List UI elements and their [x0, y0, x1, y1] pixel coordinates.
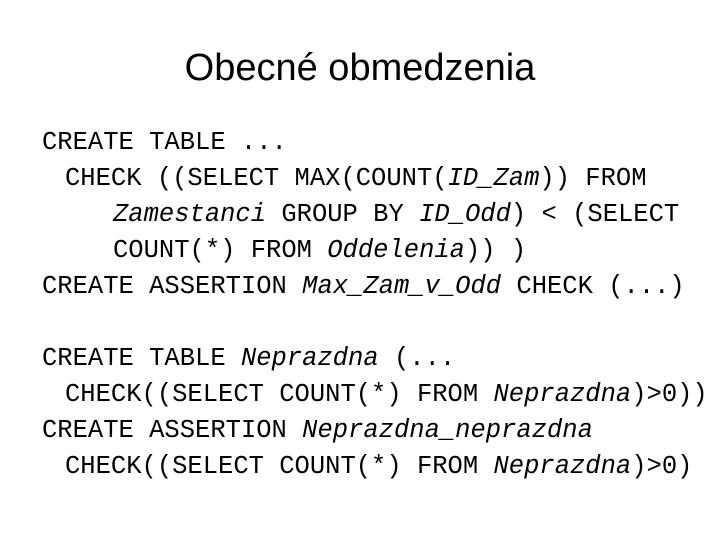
sql-keyword-token: )>0)	[631, 452, 693, 481]
sql-keyword-token: )) )	[464, 236, 527, 265]
sql-keyword-token: CREATE TABLE	[42, 344, 241, 373]
identifier-token: Max_Zam_v_Odd	[302, 272, 502, 301]
identifier-token: Oddelenia	[327, 236, 465, 265]
sql-keyword-token: CHECK((SELECT COUNT(*) FROM	[65, 380, 494, 409]
identifier-token: Neprazdna	[240, 344, 379, 373]
sql-keyword-token: CREATE ASSERTION	[42, 416, 303, 445]
sql-keyword-token: CREATE TABLE ...	[42, 128, 287, 157]
sql-keyword-token: CREATE ASSERTION	[42, 272, 303, 301]
identifier-token: Neprazdna	[493, 452, 632, 481]
sql-keyword-token: GROUP BY	[266, 200, 420, 229]
code-line: CREATE TABLE Neprazdna (...	[42, 341, 702, 377]
identifier-token: Zamestanci	[113, 200, 267, 229]
sql-keyword-token: ) < (SELECT	[510, 200, 680, 229]
sql-keyword-token: CHECK (...)	[501, 272, 685, 301]
code-line: COUNT(*) FROM Oddelenia)) )	[42, 233, 702, 269]
code-line: Zamestanci GROUP BY ID_Odd) < (SELECT	[42, 197, 702, 233]
sql-keyword-token: CHECK ((SELECT MAX(COUNT(	[65, 164, 448, 193]
code-line: CHECK((SELECT COUNT(*) FROM Neprazdna)>0…	[42, 449, 702, 485]
code-line: CREATE TABLE ...	[42, 125, 702, 161]
page-title: Obecné obmedzenia	[184, 47, 536, 89]
code-line: CREATE ASSERTION Max_Zam_v_Odd CHECK (..…	[42, 269, 702, 305]
identifier-token: ID_Odd	[419, 200, 511, 229]
identifier-token: Neprazdna_neprazdna	[302, 416, 593, 445]
sql-keyword-token: (...	[378, 344, 456, 373]
code-body: CREATE TABLE ... CHECK ((SELECT MAX(COUNT…	[42, 125, 708, 485]
code-line: CHECK((SELECT COUNT(*) FROM Neprazdna)>0…	[42, 377, 708, 413]
code-line: CREATE ASSERTION Neprazdna_neprazdna	[42, 413, 702, 449]
identifier-token: ID_Zam	[447, 164, 540, 193]
code-line: CHECK ((SELECT MAX(COUNT(ID_Zam)) FROM	[42, 161, 702, 197]
identifier-token: Neprazdna	[493, 380, 632, 409]
sql-keyword-token: )>0))	[631, 380, 708, 409]
sql-keyword-token: CHECK((SELECT COUNT(*) FROM	[65, 452, 494, 481]
sql-keyword-token: COUNT(*) FROM	[113, 236, 328, 265]
slide-canvas: Obecné obmedzenia CREATE TABLE ... CHECK …	[0, 0, 720, 540]
sql-keyword-token: )) FROM	[539, 164, 647, 193]
